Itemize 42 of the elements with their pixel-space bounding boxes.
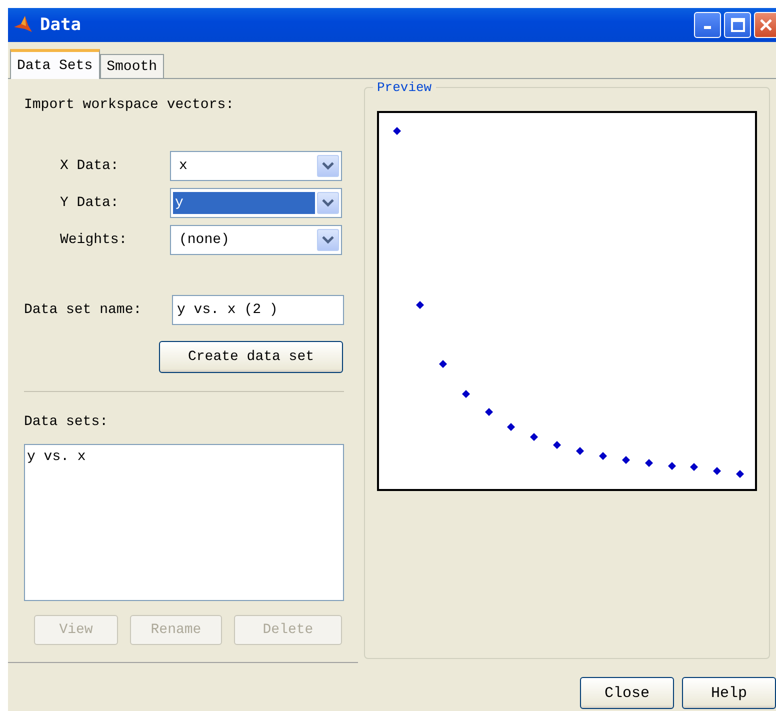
data-point xyxy=(599,452,607,460)
field-label: Weights: xyxy=(59,232,128,248)
data-point xyxy=(690,463,698,471)
data-point xyxy=(462,390,470,398)
data-point xyxy=(713,467,721,475)
list-item[interactable]: y vs. x xyxy=(27,449,341,465)
data-point xyxy=(553,441,561,449)
dropdown[interactable]: x xyxy=(170,151,342,181)
chevron-down-icon[interactable] xyxy=(317,229,339,251)
field-label: Data set name: xyxy=(24,302,143,318)
tab[interactable]: Smooth xyxy=(100,54,164,78)
data-point xyxy=(439,360,447,368)
close-icon xyxy=(758,17,774,33)
data-point xyxy=(645,459,653,467)
section-heading: Data sets: xyxy=(24,414,110,430)
window-title: Data xyxy=(40,15,82,35)
data-sets-list[interactable]: y vs. x xyxy=(24,444,344,601)
chevron-down-icon[interactable] xyxy=(317,155,339,177)
chevron-down-icon[interactable] xyxy=(317,192,339,214)
field-label: X Data: xyxy=(59,158,120,174)
name-input-field[interactable]: y vs. x (2 ) xyxy=(172,295,344,325)
minimize-button[interactable] xyxy=(694,12,721,38)
dropdown[interactable]: (none) xyxy=(170,225,342,255)
data-point xyxy=(622,456,630,464)
data-point xyxy=(416,301,424,309)
field-label: Y Data: xyxy=(59,195,120,211)
dialog-button[interactable]: Close xyxy=(580,677,674,709)
dialog-button[interactable]: Help xyxy=(682,677,776,709)
data-point xyxy=(576,447,584,455)
data-point xyxy=(507,423,515,431)
create-data-set-button[interactable]: Create data set xyxy=(159,341,343,373)
data-point xyxy=(485,408,493,416)
data-point xyxy=(668,462,676,470)
close-button[interactable] xyxy=(754,12,776,38)
section-heading: Import workspace vectors: xyxy=(24,97,236,113)
dropdown[interactable]: y xyxy=(170,188,342,218)
maximize-button[interactable] xyxy=(724,12,751,38)
data-point xyxy=(530,433,538,441)
data-point xyxy=(393,127,401,135)
maximize-icon xyxy=(730,18,744,32)
data-point xyxy=(736,470,744,478)
tab[interactable]: Data Sets xyxy=(10,49,100,79)
